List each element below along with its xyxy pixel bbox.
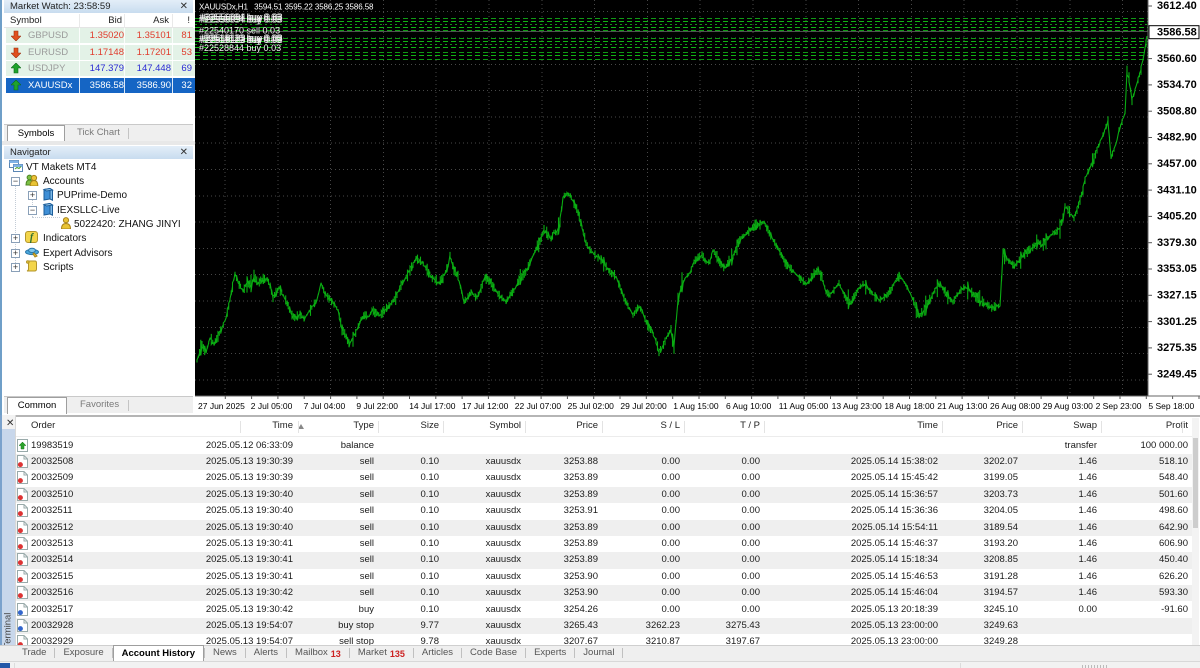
- svg-text:3275.35: 3275.35: [1157, 342, 1197, 354]
- svg-text:25 Jul 02:00: 25 Jul 02:00: [568, 401, 615, 411]
- svg-text:2 Jul 05:00: 2 Jul 05:00: [251, 401, 293, 411]
- svg-text:7 Jul 04:00: 7 Jul 04:00: [304, 401, 346, 411]
- svg-text:29 Aug 03:00: 29 Aug 03:00: [1043, 401, 1093, 411]
- svg-text:3431.10: 3431.10: [1157, 184, 1197, 196]
- svg-text:1 Aug 15:00: 1 Aug 15:00: [673, 401, 719, 411]
- svg-text:3405.20: 3405.20: [1157, 211, 1197, 223]
- svg-text:3301.25: 3301.25: [1157, 316, 1197, 328]
- svg-text:3482.90: 3482.90: [1157, 132, 1197, 144]
- svg-text:2 Sep 23:00: 2 Sep 23:00: [1096, 401, 1142, 411]
- svg-text:3379.30: 3379.30: [1157, 237, 1197, 249]
- svg-text:18 Aug 18:00: 18 Aug 18:00: [884, 401, 934, 411]
- svg-text:9 Jul 22:00: 9 Jul 22:00: [356, 401, 398, 411]
- svg-text:3353.05: 3353.05: [1157, 263, 1197, 275]
- svg-text:3249.45: 3249.45: [1157, 368, 1197, 380]
- svg-text:17 Jul 12:00: 17 Jul 12:00: [462, 401, 509, 411]
- svg-text:3586.58: 3586.58: [1157, 27, 1197, 39]
- svg-text:#22556094 buy 0.03: #22556094 buy 0.03: [201, 15, 283, 25]
- svg-text:26 Aug 08:00: 26 Aug 08:00: [990, 401, 1040, 411]
- svg-text:27 Jun 2025: 27 Jun 2025: [198, 401, 245, 411]
- svg-text:14 Jul 17:00: 14 Jul 17:00: [409, 401, 456, 411]
- svg-text:5 Sep 18:00: 5 Sep 18:00: [1148, 401, 1194, 411]
- svg-text:#22528844 buy 0.03: #22528844 buy 0.03: [199, 43, 281, 53]
- svg-text:XAUUSDx,H1 3594.51 3595.22 3: XAUUSDx,H1 3594.51 3595.22 3586.25 3586.…: [199, 3, 374, 12]
- svg-text:22 Jul 07:00: 22 Jul 07:00: [515, 401, 562, 411]
- svg-text:3612.40: 3612.40: [1157, 0, 1197, 12]
- svg-text:29 Jul 20:00: 29 Jul 20:00: [620, 401, 667, 411]
- svg-text:3327.15: 3327.15: [1157, 290, 1197, 302]
- svg-text:11 Aug 05:00: 11 Aug 05:00: [779, 401, 829, 411]
- svg-text:3534.70: 3534.70: [1157, 79, 1197, 91]
- svg-text:13 Aug 23:00: 13 Aug 23:00: [832, 401, 882, 411]
- svg-text:6 Aug 10:00: 6 Aug 10:00: [726, 401, 772, 411]
- svg-text:21 Aug 13:00: 21 Aug 13:00: [937, 401, 987, 411]
- svg-text:3508.80: 3508.80: [1157, 105, 1197, 117]
- svg-text:3560.60: 3560.60: [1157, 53, 1197, 65]
- svg-text:3457.00: 3457.00: [1157, 158, 1197, 170]
